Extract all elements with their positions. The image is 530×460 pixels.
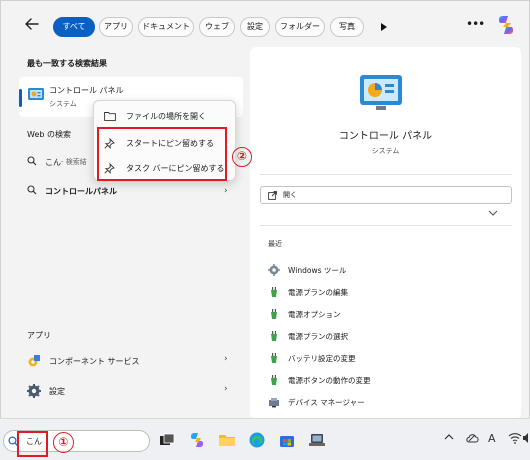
web-search-heading: Web の検索 (27, 130, 71, 139)
recent-item-label: バッテリ設定の変更 (288, 353, 356, 363)
open-external-icon (268, 190, 277, 200)
filter-chip-settings[interactable]: 設定 (240, 17, 270, 37)
device-manager-icon (268, 396, 280, 408)
recent-item-label: 電源ボタンの動作の変更 (288, 375, 371, 385)
annotation-marker-2: ② (232, 147, 252, 167)
web-result-query: コントロールパネル (45, 186, 117, 196)
open-button[interactable]: 開く (260, 186, 512, 204)
task-view-icon[interactable] (158, 431, 176, 449)
power-plan-icon (268, 374, 280, 386)
app-item-label: コンポーネント サービス (49, 356, 140, 366)
control-panel-icon (27, 87, 45, 105)
recent-item[interactable]: Windows ツール (268, 259, 346, 281)
copilot-icon[interactable] (494, 13, 518, 37)
web-result-query: こん (45, 157, 61, 167)
gear-icon (27, 384, 41, 398)
power-plan-icon (268, 308, 280, 320)
filter-chip-photos[interactable]: 写真 (330, 17, 364, 37)
apps-heading: アプリ (27, 331, 51, 340)
best-match-name: コントロール パネル (49, 86, 124, 95)
best-match-heading: 最も一致する検索結果 (27, 59, 107, 68)
power-plan-icon (268, 286, 280, 298)
recent-item-label: 電源プランの編集 (288, 287, 348, 297)
web-result-1[interactable]: こん - 検索結 (27, 156, 87, 168)
windows-tools-icon (268, 264, 280, 276)
recent-item[interactable]: バッテリ設定の変更 (268, 347, 356, 369)
recent-item[interactable]: 電源ボタンの動作の変更 (268, 369, 371, 391)
copilot-taskbar-icon[interactable] (188, 431, 206, 449)
power-plan-icon (268, 330, 280, 342)
app-item-component-services[interactable]: コンポーネント サービス (27, 351, 140, 371)
cloud-sync-icon[interactable] (465, 432, 479, 448)
context-menu-open-location[interactable]: ファイルの場所を開く (104, 107, 206, 125)
search-window: すべて アプリ ドキュメント ウェブ 設定 フォルダー 写真 ••• 最も一致す… (0, 0, 530, 418)
filter-chip-apps[interactable]: アプリ (99, 17, 133, 37)
device-app-icon[interactable] (308, 431, 326, 449)
folder-icon (104, 111, 118, 121)
selection-indicator (19, 89, 22, 107)
filter-chip-web[interactable]: ウェブ (199, 17, 235, 37)
preview-title: コントロール パネル (338, 131, 433, 142)
recent-item[interactable]: 電源オプション (268, 303, 341, 325)
filter-chip-documents[interactable]: ドキュメント (138, 17, 194, 37)
recent-item[interactable]: 電源プランの選択 (268, 325, 348, 347)
input-method-indicator[interactable]: A (488, 432, 496, 448)
more-options-icon[interactable]: ••• (466, 17, 485, 35)
power-plan-icon (268, 352, 280, 364)
context-menu-label: ファイルの場所を開く (126, 111, 206, 121)
file-explorer-icon[interactable] (218, 431, 236, 449)
recent-item[interactable]: 電源プランの編集 (268, 281, 348, 303)
microsoft-store-icon[interactable] (278, 431, 296, 449)
volume-icon[interactable] (522, 432, 530, 448)
chevron-right-icon[interactable]: › (224, 186, 228, 196)
preview-subtitle: システム (371, 147, 400, 155)
divider (260, 174, 512, 175)
chevron-right-icon[interactable]: › (224, 384, 228, 394)
search-icon (27, 185, 39, 197)
filter-bar: すべて アプリ ドキュメント ウェブ 設定 フォルダー 写真 ••• (1, 1, 529, 45)
recent-item-label: デバイス マネージャー (288, 397, 365, 407)
filter-chip-folders[interactable]: フォルダー (275, 17, 325, 37)
best-match-type: システム (49, 100, 77, 108)
chevron-down-icon[interactable] (488, 209, 498, 219)
search-icon (27, 156, 39, 168)
more-filters-arrow-icon[interactable] (379, 22, 389, 32)
recent-item-label: 電源オプション (288, 309, 341, 319)
back-arrow-icon[interactable] (23, 15, 41, 33)
edge-browser-icon[interactable] (248, 431, 266, 449)
annotation-marker-1: ① (53, 432, 74, 453)
open-button-label: 開く (283, 191, 297, 199)
annotation-highlight-search-input (17, 431, 48, 457)
recent-item-label: Windows ツール (288, 265, 347, 275)
app-item-label: 設定 (49, 386, 65, 396)
recent-item[interactable]: デバイス マネージャー (268, 391, 365, 413)
control-panel-large-icon (358, 73, 404, 115)
chevron-up-icon[interactable] (444, 432, 454, 448)
recent-heading: 最近 (268, 240, 282, 248)
web-result-suffix: - 検索結 (61, 158, 87, 166)
component-services-icon (27, 354, 41, 368)
wifi-icon[interactable] (508, 432, 522, 448)
chevron-right-icon[interactable]: › (224, 354, 228, 364)
app-item-settings[interactable]: 設定 (27, 381, 65, 401)
recent-item-label: 電源プランの選択 (288, 331, 348, 341)
divider (260, 225, 512, 226)
annotation-highlight-pin-options (97, 127, 227, 181)
taskbar: こん A (0, 418, 530, 460)
preview-pane: コントロール パネル システム 開く 最近 Windows ツール 電源プランの… (250, 47, 521, 418)
web-result-2[interactable]: コントロールパネル (27, 185, 117, 197)
filter-chip-all[interactable]: すべて (53, 17, 95, 37)
